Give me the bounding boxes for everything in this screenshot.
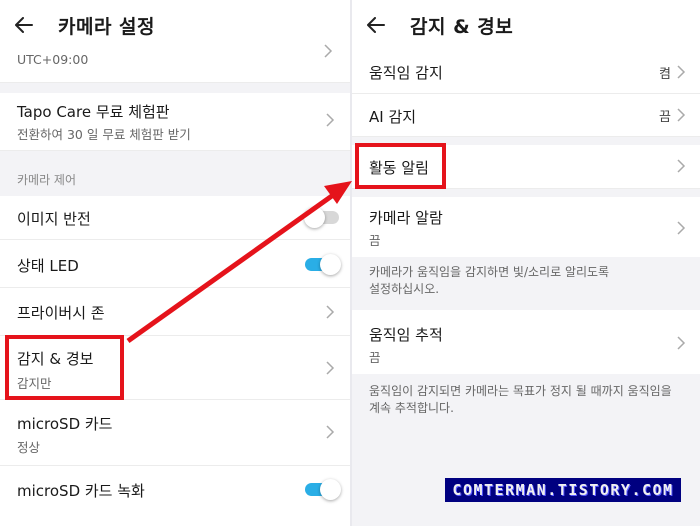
chevron-right-icon (324, 44, 333, 58)
chevron-right-icon (677, 221, 686, 235)
back-arrow-icon[interactable] (366, 15, 386, 35)
camera-alarm-row[interactable]: 카메라 알람 끔 (352, 197, 700, 257)
chevron-right-icon (326, 425, 335, 439)
back-arrow-icon[interactable] (14, 15, 34, 35)
motion-tracking-description: 움직임이 감지되면 카메라는 목표가 정지 될 때까지 움직임을 계속 추적합니… (352, 374, 700, 526)
microsd-row[interactable]: microSD 카드 정상 (0, 400, 350, 466)
section-gap (352, 137, 700, 145)
camera-alarm-description: 카메라가 움직임을 감지하면 빛/소리로 알리도록 설정하십시오. (352, 257, 700, 310)
timezone-value: UTC+09:00 (17, 52, 89, 67)
microsd-record-label: microSD 카드 녹화 (17, 482, 145, 500)
motion-tracking-desc: 움직임이 감지되면 카메라는 목표가 정지 될 때까지 움직임을 계속 추적합니… (369, 383, 697, 417)
camera-alarm-desc-line1: 카메라가 움직임을 감지하면 빛/소리로 알리도록 (369, 265, 610, 279)
camera-alarm-desc: 카메라가 움직임을 감지하면 빛/소리로 알리도록 설정하십시오. (369, 264, 689, 298)
motion-detection-value: 켬 (659, 67, 671, 82)
ai-detection-value: 끔 (659, 110, 671, 125)
chevron-right-icon (677, 336, 686, 350)
watermark-text: COMTERMAN.TISTORY.COM (452, 481, 674, 499)
privacy-zone-label: 프라이버시 존 (17, 304, 105, 322)
page-title: 카메라 설정 (58, 15, 156, 38)
tapo-care-sub: 전환하여 30 일 무료 체험판 받기 (17, 127, 191, 142)
status-led-toggle[interactable] (305, 254, 341, 275)
section-header-camera-control: 카메라 제어 (0, 151, 350, 196)
status-led-row: 상태 LED (0, 240, 350, 288)
chevron-right-icon (677, 65, 686, 79)
camera-alarm-desc-line2: 설정하십시오. (369, 282, 440, 296)
motion-detection-label: 움직임 감지 (369, 64, 443, 82)
detection-alert-sub: 감지만 (17, 376, 52, 391)
camera-settings-header: 카메라 설정 (0, 0, 350, 50)
microsd-sub: 정상 (17, 440, 41, 455)
microsd-label: microSD 카드 (17, 415, 113, 433)
timezone-row[interactable]: UTC+09:00 (0, 44, 350, 83)
camera-alarm-sub: 끔 (369, 233, 381, 248)
detection-alert-label: 감지 & 경보 (17, 350, 94, 368)
detection-alert-row[interactable]: 감지 & 경보 감지만 (0, 336, 350, 400)
microsd-record-toggle[interactable] (305, 479, 341, 500)
privacy-zone-row[interactable]: 프라이버시 존 (0, 288, 350, 336)
ai-detection-row[interactable]: AI 감지 끔 (352, 94, 700, 137)
microsd-record-row: microSD 카드 녹화 (0, 466, 350, 526)
activity-notification-label: 활동 알림 (369, 159, 429, 177)
ai-detection-label: AI 감지 (369, 108, 417, 126)
camera-alarm-label: 카메라 알람 (369, 209, 443, 227)
activity-notification-row[interactable]: 활동 알림 (352, 145, 700, 189)
chevron-right-icon (326, 113, 335, 127)
motion-tracking-row[interactable]: 움직임 추적 끔 (352, 310, 700, 374)
section-gap (0, 83, 350, 93)
image-flip-row: 이미지 반전 (0, 196, 350, 240)
image-flip-toggle[interactable] (304, 207, 341, 228)
motion-detection-row[interactable]: 움직임 감지 켬 (352, 50, 700, 94)
detection-alert-header: 감지 & 경보 (352, 0, 700, 50)
motion-tracking-sub: 끔 (369, 350, 381, 365)
chevron-right-icon (326, 361, 335, 375)
detection-alert-panel: 감지 & 경보 움직임 감지 켬 AI 감지 끔 활동 알림 카메라 알람 끔 … (352, 0, 700, 526)
motion-tracking-desc-line1: 움직임이 감지되면 카메라는 목표가 정지 될 때까지 움직임을 (369, 384, 672, 398)
page-title: 감지 & 경보 (410, 15, 514, 38)
watermark-banner: COMTERMAN.TISTORY.COM (445, 478, 681, 502)
motion-tracking-desc-line2: 계속 추적합니다. (369, 401, 454, 415)
status-led-label: 상태 LED (17, 257, 79, 275)
chevron-right-icon (677, 159, 686, 173)
section-label: 카메라 제어 (17, 173, 77, 187)
image-flip-label: 이미지 반전 (17, 210, 91, 228)
tapo-care-row[interactable]: Tapo Care 무료 체험판 전환하여 30 일 무료 체험판 받기 (0, 93, 350, 151)
camera-settings-panel: 카메라 설정 UTC+09:00 Tapo Care 무료 체험판 전환하여 3… (0, 0, 350, 526)
tapo-care-label: Tapo Care 무료 체험판 (17, 103, 170, 121)
chevron-right-icon (677, 108, 686, 122)
section-gap (352, 189, 700, 197)
motion-tracking-label: 움직임 추적 (369, 326, 443, 344)
chevron-right-icon (326, 305, 335, 319)
